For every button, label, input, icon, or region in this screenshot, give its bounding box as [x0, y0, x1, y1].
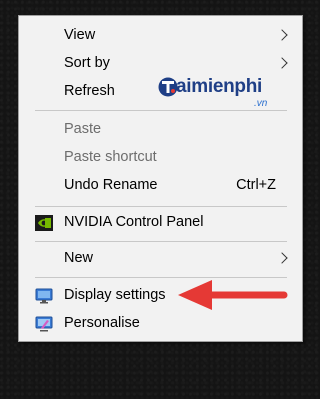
menu-item-label: Paste shortcut — [64, 149, 157, 165]
chevron-right-icon — [276, 29, 288, 41]
taimienphi-logo-icon — [158, 76, 178, 98]
personalise-icon — [35, 316, 53, 332]
menu-separator — [35, 241, 287, 242]
red-arrow-icon — [176, 278, 292, 312]
menu-item-label: Refresh — [64, 83, 115, 99]
menu-item-paste: Paste — [19, 116, 302, 144]
menu-item-label: View — [64, 27, 96, 43]
menu-separator — [35, 206, 287, 207]
menu-item-undo-rename[interactable]: Undo Rename Ctrl+Z — [19, 172, 302, 200]
watermark-text: aimienphi — [176, 76, 262, 97]
chevron-right-icon — [276, 57, 288, 69]
menu-item-label: New — [64, 250, 94, 266]
menu-item-label: NVIDIA Control Panel — [64, 214, 204, 230]
nvidia-icon — [35, 215, 53, 231]
taimienphi-watermark: aimienphi .vn — [156, 72, 288, 116]
menu-item-shortcut: Ctrl+Z — [236, 177, 276, 193]
menu-item-view[interactable]: View — [19, 22, 302, 50]
watermark-suffix: .vn — [254, 98, 268, 109]
menu-item-label: Sort by — [64, 55, 110, 71]
menu-item-new[interactable]: New — [19, 245, 302, 273]
menu-item-nvidia-control-panel[interactable]: NVIDIA Control Panel — [19, 209, 302, 237]
menu-item-label: Paste — [64, 121, 102, 137]
menu-item-label: Undo Rename — [64, 177, 158, 193]
menu-item-label: Personalise — [64, 315, 140, 331]
menu-item-paste-shortcut: Paste shortcut — [19, 144, 302, 172]
menu-item-label: Display settings — [64, 287, 166, 303]
menu-item-personalise[interactable]: Personalise — [19, 310, 302, 338]
chevron-right-icon — [276, 252, 288, 264]
display-icon — [35, 288, 53, 304]
